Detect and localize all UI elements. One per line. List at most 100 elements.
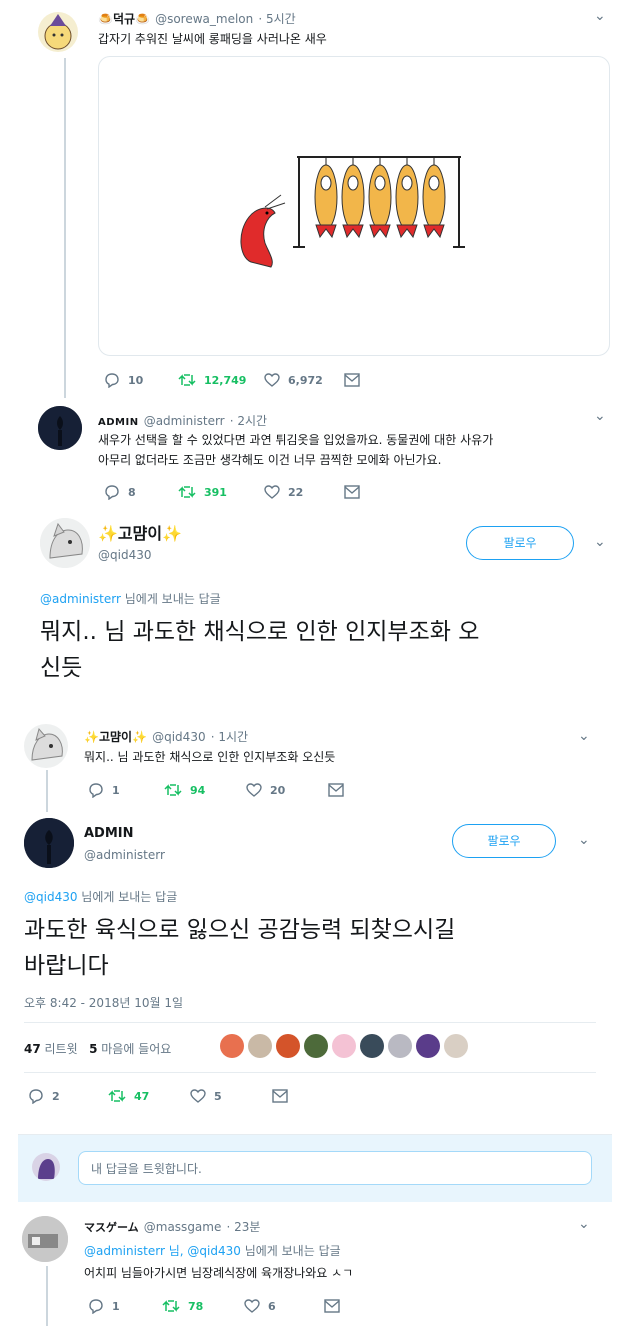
reply-to-link[interactable]: @qid430 — [24, 890, 77, 904]
message-button[interactable] — [344, 373, 368, 387]
like-count: 20 — [270, 783, 286, 797]
retweet-stat[interactable]: 47 리트윗 — [24, 1042, 78, 1056]
retweet-button[interactable]: 94 — [164, 783, 246, 797]
retweet-button[interactable]: 47 — [108, 1089, 190, 1103]
reply-compose-area: 내 답글을 트윗합니다. — [18, 1134, 612, 1202]
liker-avatar[interactable] — [444, 1034, 468, 1058]
user-handle[interactable]: @qid430 — [152, 730, 205, 744]
retweet-count: 47 — [134, 1089, 150, 1103]
like-stat[interactable]: 5 마음에 들어요 — [89, 1042, 171, 1056]
reply-input[interactable]: 내 답글을 트윗합니다. — [78, 1151, 592, 1185]
tweet-time[interactable]: · 2시간 — [230, 414, 267, 428]
display-name[interactable]: 🍮덕규🍮 — [98, 12, 150, 26]
retweet-icon — [178, 374, 196, 386]
display-name[interactable]: マスゲーム — [84, 1221, 139, 1234]
user-handle[interactable]: @administerr — [144, 414, 225, 428]
dark-figure-avatar-icon — [38, 406, 82, 450]
tweet-time[interactable]: · 1시간 — [211, 730, 248, 744]
reply-icon — [105, 485, 119, 500]
liker-avatar[interactable] — [248, 1034, 272, 1058]
follow-button[interactable]: 팔로우 — [452, 824, 556, 858]
message-button[interactable] — [344, 485, 368, 499]
user-avatar-icon — [38, 1159, 55, 1179]
user-handle[interactable]: @qid430 — [98, 548, 151, 562]
tweet-text: 어치피 님들아가시면 님장례식장에 육개장나와요 ㅅㄱ — [84, 1266, 354, 1280]
liker-avatar[interactable] — [304, 1034, 328, 1058]
reply-button[interactable]: 10 — [104, 372, 178, 388]
reply-button[interactable]: 2 — [28, 1088, 108, 1104]
heart-icon — [264, 485, 280, 499]
retweet-button[interactable]: 391 — [178, 485, 264, 499]
like-button[interactable]: 6 — [244, 1299, 324, 1313]
chevron-down-icon[interactable]: ⌄ — [594, 408, 606, 424]
user-handle[interactable]: @sorewa_melon — [155, 12, 253, 26]
tweet-image[interactable] — [98, 56, 610, 356]
liker-avatar[interactable] — [220, 1034, 244, 1058]
like-count: 6,972 — [288, 373, 323, 387]
display-name[interactable]: ADMIN — [98, 417, 139, 428]
retweet-count: 12,749 — [204, 373, 247, 387]
message-button[interactable] — [328, 783, 352, 797]
chevron-down-icon[interactable]: ⌄ — [594, 8, 606, 24]
avatar[interactable] — [32, 1153, 60, 1181]
reply-to-link[interactable]: @administerr — [40, 592, 121, 606]
chevron-down-icon[interactable]: ⌄ — [594, 534, 606, 550]
reply-to-label: 님에게 보내는 답글 — [240, 1244, 341, 1258]
liker-avatar[interactable] — [360, 1034, 384, 1058]
avatar[interactable] — [24, 724, 68, 768]
avatar[interactable] — [22, 1216, 68, 1262]
reply-to-link[interactable]: @administerr 님, @qid430 — [84, 1244, 241, 1258]
tweet-timestamp[interactable]: 오후 8:42 - 2018년 10월 1일 — [24, 994, 183, 1011]
tweet-text-line: 과도한 육식으로 잃으신 공감능력 되찾으시길 — [24, 917, 456, 943]
heart-icon — [190, 1089, 206, 1103]
follow-button[interactable]: 팔로우 — [466, 526, 574, 560]
like-button[interactable]: 6,972 — [264, 373, 344, 387]
like-count: 22 — [288, 485, 304, 499]
user-handle[interactable]: @massgame — [144, 1220, 222, 1234]
display-name[interactable]: ✨고먐이✨ — [84, 730, 147, 744]
message-button[interactable] — [324, 1299, 348, 1313]
chevron-down-icon[interactable]: ⌄ — [578, 728, 590, 744]
likers-avatars — [220, 1034, 472, 1058]
tweet-header: ADMIN @administerr · 2시간 — [98, 410, 267, 429]
like-button[interactable]: 20 — [246, 783, 328, 797]
retweet-button[interactable]: 12,749 — [178, 373, 264, 387]
liker-avatar[interactable] — [388, 1034, 412, 1058]
display-name[interactable]: ADMIN — [84, 826, 134, 841]
chevron-down-icon[interactable]: ⌄ — [578, 832, 590, 848]
divider — [24, 1022, 596, 1023]
tweet-actions: 2 47 5 — [28, 1088, 296, 1104]
tweet-text-line: 새우가 선택을 할 수 있었다면 과연 튀김옷을 입었을까요. 동물권에 대한 … — [98, 433, 494, 447]
liker-avatar[interactable] — [416, 1034, 440, 1058]
tweet-time[interactable]: · 23분 — [226, 1220, 260, 1234]
retweet-count: 94 — [190, 783, 206, 797]
user-handle[interactable]: @administerr — [84, 848, 165, 862]
liker-avatar[interactable] — [332, 1034, 356, 1058]
reply-icon — [89, 783, 103, 798]
avatar[interactable] — [38, 406, 82, 450]
reply-to-label: 님에게 보내는 답글 — [120, 592, 221, 606]
tweet-text: 갑자기 추워진 날씨에 롱패딩을 사러나온 새우 — [98, 32, 327, 46]
chevron-down-icon[interactable]: ⌄ — [578, 1216, 590, 1232]
reply-button[interactable]: 1 — [88, 782, 164, 798]
retweet-icon — [164, 784, 182, 796]
reply-button[interactable]: 1 — [88, 1298, 162, 1314]
message-button[interactable] — [272, 1089, 296, 1103]
retweet-button[interactable]: 78 — [162, 1299, 244, 1313]
reply-count: 1 — [112, 783, 120, 797]
tweet-time[interactable]: · 5시간 — [258, 12, 295, 26]
avatar[interactable] — [40, 518, 90, 568]
reply-button[interactable]: 8 — [104, 484, 178, 500]
reply-context: @administerr 님에게 보내는 답글 — [40, 590, 221, 607]
retweet-icon — [178, 486, 196, 498]
like-button[interactable]: 5 — [190, 1089, 272, 1103]
avatar[interactable] — [38, 12, 78, 52]
avatar[interactable] — [24, 818, 74, 868]
pompompurin-avatar-icon — [44, 14, 72, 50]
retweet-stat-label: 리트윗 — [40, 1042, 78, 1056]
display-name[interactable]: ✨고먐이✨ — [98, 520, 182, 544]
liker-avatar[interactable] — [276, 1034, 300, 1058]
like-button[interactable]: 22 — [264, 485, 344, 499]
retweet-stat-count: 47 — [24, 1042, 41, 1056]
heart-icon — [244, 1299, 260, 1313]
